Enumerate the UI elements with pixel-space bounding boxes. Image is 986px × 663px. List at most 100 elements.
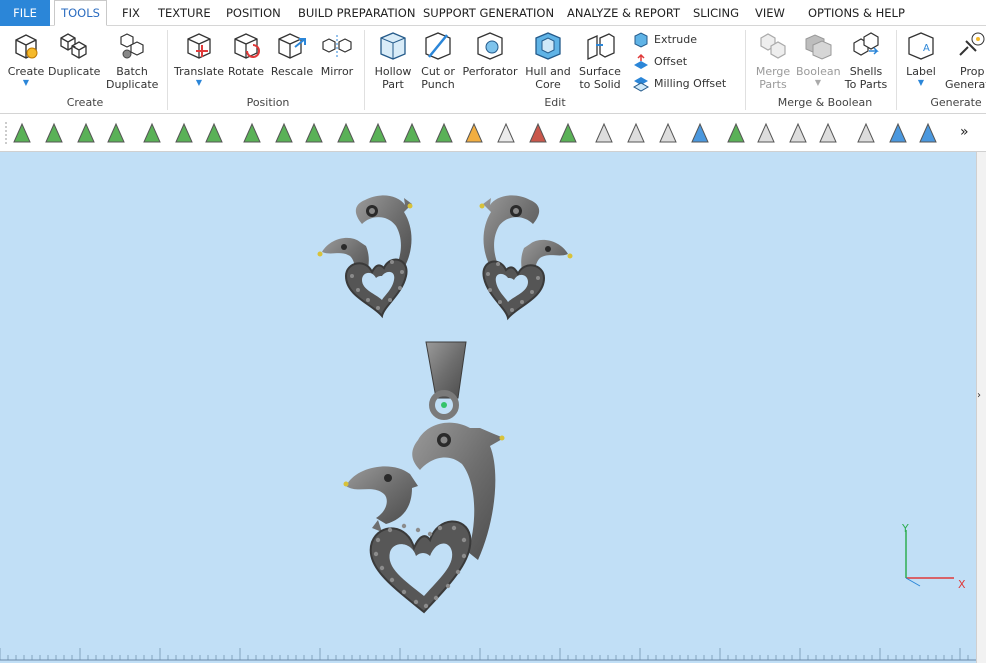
toolbar-overflow-button[interactable]: » bbox=[960, 124, 969, 140]
boolean-icon bbox=[805, 34, 832, 60]
toolbar-icons bbox=[5, 122, 937, 144]
collapse-arrow-icon[interactable]: › bbox=[977, 390, 981, 401]
tab-build-preparation[interactable]: BUILD PREPARATION bbox=[298, 0, 415, 26]
group-separator bbox=[167, 30, 168, 110]
translate-icon bbox=[187, 33, 211, 59]
toolbar-tool-icon[interactable] bbox=[205, 122, 223, 143]
ribbon: Create ▼ Duplicate Batch Duplicate Create … bbox=[0, 26, 986, 114]
tab-analyze-report[interactable]: ANALYZE & REPORT bbox=[567, 0, 680, 26]
toolbar-tool-icon[interactable] bbox=[659, 122, 677, 143]
toolbar-tool-icon[interactable] bbox=[789, 122, 807, 143]
create-button[interactable]: Create ▼ bbox=[6, 29, 46, 87]
toolbar-tool-icon[interactable] bbox=[497, 122, 515, 143]
edit-group-label: Edit bbox=[544, 96, 566, 109]
rotate-button[interactable]: Rotate bbox=[228, 29, 264, 78]
surface-to-solid-icon bbox=[587, 33, 615, 61]
chevron-down-icon: ▼ bbox=[195, 78, 203, 87]
toolbar-tool-icon[interactable] bbox=[595, 122, 613, 143]
toolbar-tool-icon[interactable] bbox=[275, 122, 293, 143]
scene: X Y bbox=[0, 195, 976, 661]
perforator-button[interactable]: Perforator bbox=[462, 29, 518, 78]
label-button[interactable]: A Label ▼ bbox=[902, 29, 940, 87]
toolbar-tool-icon[interactable] bbox=[819, 122, 837, 143]
tab-view[interactable]: VIEW bbox=[755, 0, 785, 26]
tab-support-generation[interactable]: SUPPORT GENERATION bbox=[423, 0, 554, 26]
shells-to-parts-icon bbox=[853, 32, 879, 56]
toolbar-tool-icon[interactable] bbox=[175, 122, 193, 143]
toolbar-tool-icon[interactable] bbox=[337, 122, 355, 143]
offset-button[interactable]: Offset bbox=[632, 52, 687, 72]
toolbar-tool-icon[interactable] bbox=[45, 122, 63, 143]
toolbar-tool-icon[interactable] bbox=[305, 122, 323, 143]
prop-generator-button[interactable]: Prop Generat bbox=[944, 29, 986, 91]
toolbar-tool-icon[interactable] bbox=[627, 122, 645, 143]
toolbar-tool-icon[interactable] bbox=[77, 122, 95, 143]
hollow-part-icon bbox=[380, 32, 406, 60]
toolbar-tool-icon[interactable] bbox=[107, 122, 125, 143]
toolbar-tool-icon[interactable] bbox=[691, 122, 709, 143]
axis-gizmo bbox=[905, 530, 954, 587]
toolbar-tool-icon[interactable] bbox=[243, 122, 261, 143]
extrude-button[interactable]: Extrude bbox=[632, 30, 697, 50]
merge-boolean-group-label: Merge & Boolean bbox=[777, 96, 873, 109]
toolbar-tool-icon[interactable] bbox=[889, 122, 907, 143]
tab-slicing[interactable]: SLICING bbox=[693, 0, 739, 26]
ruler bbox=[0, 648, 976, 661]
mirror-icon bbox=[322, 35, 352, 57]
duplicate-icon bbox=[60, 33, 87, 59]
tab-texture[interactable]: TEXTURE bbox=[158, 0, 211, 26]
label-icon: A bbox=[908, 32, 934, 60]
toolbar-tool-icon[interactable] bbox=[559, 122, 577, 143]
translate-button[interactable]: Translate ▼ bbox=[174, 29, 224, 87]
toolbar-tool-icon[interactable] bbox=[727, 122, 745, 143]
extrude-icon bbox=[634, 32, 648, 48]
rescale-icon bbox=[278, 33, 306, 59]
create-cube-icon bbox=[15, 34, 38, 59]
hollow-part-button[interactable]: Hollow Part bbox=[372, 29, 414, 91]
toolbar-tool-icon[interactable] bbox=[529, 122, 547, 143]
tab-tools[interactable]: TOOLS bbox=[54, 0, 107, 26]
rescale-button[interactable]: Rescale bbox=[270, 29, 314, 78]
toolbar-tool-icon[interactable] bbox=[757, 122, 775, 143]
surface-to-solid-button[interactable]: Surface to Solid bbox=[577, 29, 623, 91]
hull-and-core-button[interactable]: Hull and Core bbox=[523, 29, 573, 91]
toolbar-tool-icon[interactable] bbox=[143, 122, 161, 143]
pendant-model[interactable] bbox=[343, 341, 505, 614]
menu-bar: FILE TOOLS FIX TEXTURE POSITION BUILD PR… bbox=[0, 0, 986, 26]
toolbar-tool-icon[interactable] bbox=[919, 122, 937, 143]
duplicate-button[interactable]: Duplicate bbox=[48, 29, 100, 78]
tab-fix[interactable]: FIX bbox=[122, 0, 140, 26]
hull-core-icon bbox=[535, 32, 561, 60]
milling-offset-button[interactable]: Milling Offset bbox=[632, 74, 726, 94]
right-earring-model[interactable] bbox=[479, 195, 573, 321]
toolbar-tool-icon[interactable] bbox=[369, 122, 387, 143]
perforator-icon bbox=[477, 32, 503, 60]
svg-text:A: A bbox=[923, 43, 930, 54]
batch-duplicate-icon bbox=[120, 33, 144, 59]
toolbar-tool-icon[interactable] bbox=[465, 122, 483, 143]
right-panel-edge[interactable]: › bbox=[976, 152, 986, 663]
rotate-icon bbox=[234, 33, 260, 59]
toolbar-tool-icon[interactable] bbox=[857, 122, 875, 143]
mirror-button[interactable]: Mirror bbox=[318, 29, 356, 78]
offset-icon bbox=[634, 53, 648, 69]
toolbar-tool-icon[interactable] bbox=[13, 122, 31, 143]
toolbar-tool-icon[interactable] bbox=[435, 122, 453, 143]
merge-parts-icon bbox=[760, 33, 786, 59]
cut-punch-icon bbox=[425, 32, 451, 60]
cut-or-punch-button[interactable]: Cut or Punch bbox=[418, 29, 458, 91]
menu-file[interactable]: FILE bbox=[0, 0, 50, 26]
3d-viewport[interactable]: X Y bbox=[0, 152, 976, 663]
toolbar-tool-icon[interactable] bbox=[403, 122, 421, 143]
group-separator bbox=[745, 30, 746, 110]
shells-to-parts-button[interactable]: Shells To Parts bbox=[844, 29, 888, 91]
tab-position[interactable]: POSITION bbox=[226, 0, 281, 26]
left-earring-model[interactable] bbox=[317, 195, 413, 319]
chevron-down-icon: ▼ bbox=[814, 78, 822, 87]
boolean-button[interactable]: Boolean ▼ bbox=[796, 29, 841, 87]
prop-generator-icon bbox=[959, 32, 985, 56]
batch-duplicate-button[interactable]: Batch Duplicate bbox=[106, 29, 158, 91]
tab-options-help[interactable]: OPTIONS & HELP bbox=[808, 0, 905, 26]
merge-parts-button[interactable]: Merge Parts bbox=[752, 29, 794, 91]
group-separator bbox=[896, 30, 897, 110]
